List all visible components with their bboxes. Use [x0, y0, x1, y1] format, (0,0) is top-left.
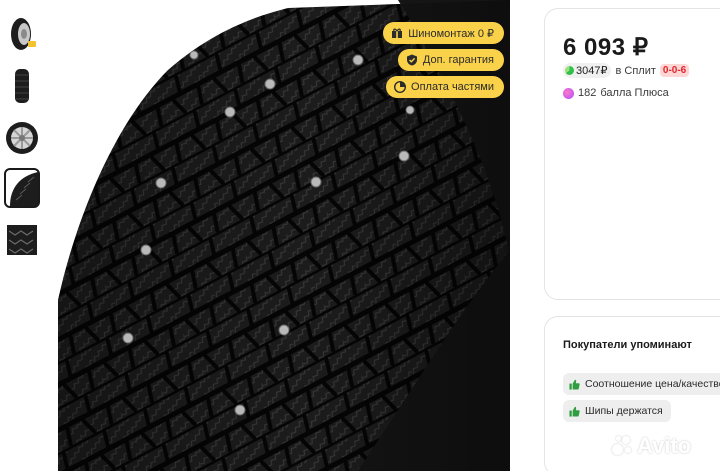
thumbs-up-icon — [569, 379, 580, 390]
split-schedule-badge: 0-0-6 — [659, 64, 690, 77]
thumbs-up-icon — [569, 406, 580, 417]
thumbnail-tread-closeup[interactable] — [4, 168, 40, 208]
mention-tag-studs-hold[interactable]: Шипы держатся — [563, 400, 671, 422]
split-label: в Сплит — [615, 64, 656, 77]
mention-tag-label: Шипы держатся — [585, 405, 663, 417]
watermark-text: Avito — [637, 433, 692, 458]
split-row[interactable]: 3047₽ в Сплит 0-0-6 — [563, 63, 690, 78]
split-amount: 3047₽ — [576, 65, 608, 77]
installment-payment-badge[interactable]: Оплата частями — [386, 76, 504, 98]
gift-icon — [392, 28, 403, 38]
mentions-title: Покупатели упоминают — [563, 339, 692, 351]
thumbnail-tread-flat[interactable] — [4, 220, 40, 260]
split-icon — [565, 66, 574, 75]
price: 6 093 ₽ — [563, 34, 649, 61]
tire-angle-icon — [11, 18, 36, 50]
tire-fitting-badge[interactable]: Шиномонтаж 0 ₽ — [383, 22, 504, 44]
parts-payment-icon — [394, 81, 407, 93]
plus-points-row[interactable]: 182 балла Плюса — [563, 87, 669, 99]
split-amount-pill: 3047₽ — [563, 63, 612, 78]
extra-warranty-badge[interactable]: Доп. гарантия — [397, 49, 504, 71]
installment-payment-label: Оплата частями — [411, 81, 494, 93]
price-card: 6 093 ₽ 3047₽ в Сплит 0-0-6 182 балла Пл… — [544, 8, 720, 300]
main-product-image[interactable]: Шиномонтаж 0 ₽ Доп. гарантия Оплата част… — [58, 0, 510, 471]
tire-fitting-label: Шиномонтаж 0 ₽ — [408, 27, 494, 40]
wheel-rim-icon — [6, 122, 38, 154]
mention-tag-label: Соотношение цена/качество — [585, 378, 720, 390]
extra-warranty-label: Доп. гарантия — [422, 54, 494, 66]
product-page: Шиномонтаж 0 ₽ Доп. гарантия Оплата част… — [0, 0, 720, 471]
tread-flat-icon — [7, 225, 37, 255]
thumbnail-tire-side[interactable] — [4, 66, 40, 106]
shield-icon — [406, 54, 417, 66]
thumbnail-tire-angle[interactable] — [4, 14, 40, 54]
thumbnail-wheel-rim[interactable] — [4, 118, 40, 158]
avito-watermark: Avito — [610, 433, 691, 459]
avito-logo-icon — [610, 434, 634, 458]
tread-closeup-icon — [10, 172, 38, 206]
plus-points-icon — [563, 87, 574, 99]
mention-tag-price-quality[interactable]: Соотношение цена/качество — [563, 373, 720, 395]
plus-points-value: 182 — [578, 87, 597, 99]
tire-side-icon — [15, 69, 29, 103]
plus-points-label: балла Плюса — [600, 87, 669, 99]
